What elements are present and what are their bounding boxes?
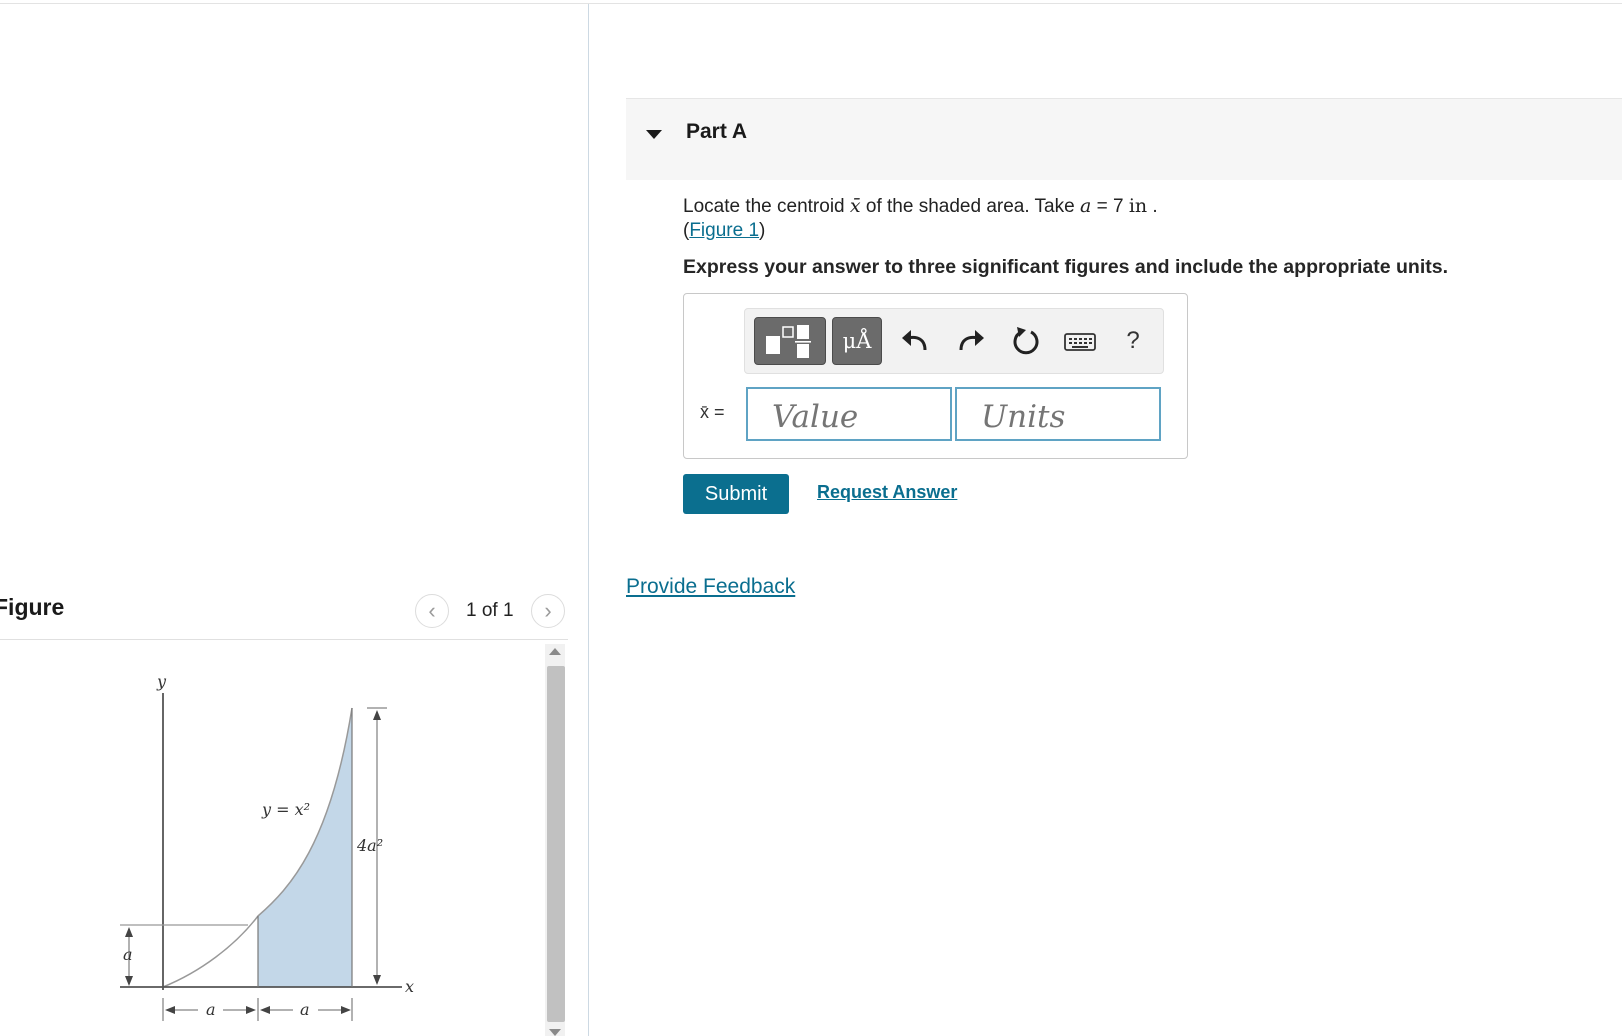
help-icon: ? xyxy=(1126,327,1140,354)
templates-icon xyxy=(766,325,811,358)
answer-box: μÅ ? x̄ = Value Units xyxy=(683,293,1188,459)
dim-right-label: a xyxy=(300,1000,310,1019)
chevron-left-icon: ‹ xyxy=(428,598,436,623)
figure-link[interactable]: Figure 1 xyxy=(689,220,759,241)
chevron-right-icon: › xyxy=(544,598,552,623)
redo-icon xyxy=(959,330,984,351)
reset-icon xyxy=(1013,327,1039,355)
math-toolbar: μÅ ? xyxy=(744,308,1164,374)
templates-button[interactable] xyxy=(754,317,826,365)
figure-panel-title: Figure xyxy=(0,594,65,620)
x-axis-label: x xyxy=(405,977,414,996)
figure-reference: (Figure 1) xyxy=(683,220,765,242)
height-label: 4a² xyxy=(356,836,383,855)
curve-label: y = x² xyxy=(261,800,310,819)
provide-feedback-link[interactable]: Provide Feedback xyxy=(626,575,795,599)
shaded-area xyxy=(258,708,352,987)
panel-divider xyxy=(588,4,589,1036)
y-axis-label: y xyxy=(156,672,167,691)
centroid-symbol: x̄ xyxy=(849,195,861,217)
left-height-label: a xyxy=(123,945,133,964)
dim-left-label: a xyxy=(206,1000,216,1019)
prompt-end: . xyxy=(1147,196,1158,217)
instruction-text: Express your answer to three significant… xyxy=(683,256,1448,278)
variable-a: a xyxy=(1079,195,1092,217)
prompt-value: = 7 xyxy=(1091,196,1129,217)
part-title: Part A xyxy=(686,120,748,143)
value-input[interactable] xyxy=(746,387,952,441)
prompt-text-start: Locate the centroid xyxy=(683,196,850,217)
figure-counter: 1 of 1 xyxy=(466,600,514,621)
prompt-text-middle: of the shaded area. Take xyxy=(860,196,1080,217)
collapse-caret-icon[interactable] xyxy=(646,130,662,139)
variable-label: x̄ = xyxy=(700,402,725,422)
keyboard-icon xyxy=(1064,333,1096,351)
top-rule xyxy=(0,3,1622,4)
question-prompt: Locate the centroid x̄ of the shaded are… xyxy=(683,195,1158,218)
figure-prev-button[interactable]: ‹ xyxy=(415,594,449,628)
reset-button[interactable] xyxy=(1007,317,1043,365)
undo-icon xyxy=(902,330,927,351)
prompt-unit: in xyxy=(1128,195,1148,217)
request-answer-link[interactable]: Request Answer xyxy=(817,482,957,503)
scroll-up-arrow-icon[interactable] xyxy=(549,648,561,655)
help-button[interactable]: ? xyxy=(1115,317,1151,365)
paren-close: ) xyxy=(759,220,766,241)
units-input[interactable] xyxy=(955,387,1161,441)
centroid-figure: y x y = x² 4a² a a a xyxy=(120,672,414,1021)
scrollbar-thumb[interactable] xyxy=(547,666,565,1022)
part-a-header[interactable]: Part A xyxy=(626,98,1622,180)
scroll-down-arrow-icon[interactable] xyxy=(549,1029,561,1036)
figure-next-button[interactable]: › xyxy=(531,594,565,628)
keyboard-button[interactable] xyxy=(1062,317,1098,365)
undo-button[interactable] xyxy=(897,317,933,365)
submit-button[interactable]: Submit xyxy=(683,474,789,514)
redo-button[interactable] xyxy=(953,317,989,365)
units-button[interactable]: μÅ xyxy=(832,317,882,365)
